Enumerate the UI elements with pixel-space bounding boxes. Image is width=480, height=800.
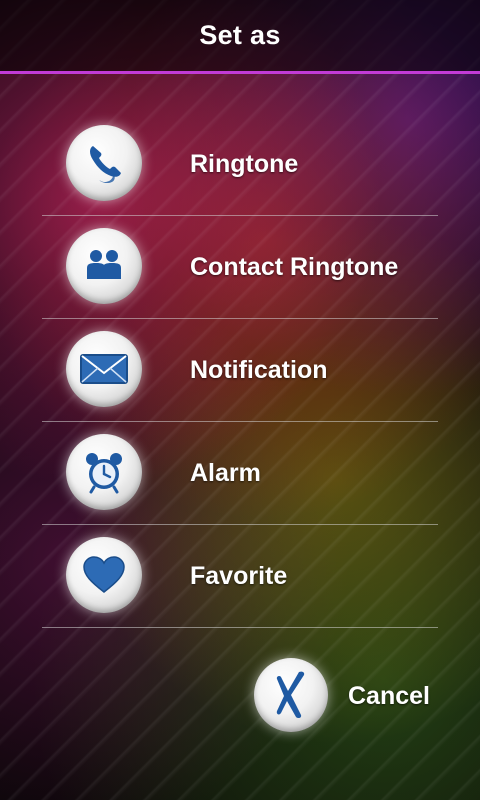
cancel-button[interactable]: Cancel [252, 656, 452, 736]
cancel-icon-button[interactable] [254, 658, 328, 732]
menu-item-favorite[interactable]: Favorite [0, 525, 480, 628]
notification-icon-button[interactable] [66, 331, 142, 407]
menu-item-label: Alarm [190, 459, 261, 487]
envelope-icon [80, 354, 128, 384]
menu-item-contact-ringtone[interactable]: Contact Ringtone [0, 216, 480, 319]
contacts-icon [87, 250, 121, 279]
cancel-label: Cancel [348, 681, 430, 710]
menu-item-label: Ringtone [190, 150, 299, 178]
heart-icon [83, 556, 125, 593]
menu-item-label: Notification [190, 356, 328, 384]
x-icon [276, 671, 305, 719]
menu-item-notification[interactable]: Notification [0, 319, 480, 422]
alarm-clock-icon [86, 453, 122, 494]
phone-icon [90, 146, 121, 183]
divider [42, 627, 438, 628]
menu-item-label: Contact Ringtone [190, 253, 399, 281]
menu-item-alarm[interactable]: Alarm [0, 422, 480, 525]
alarm-icon-button[interactable] [66, 434, 142, 510]
set-as-menu: Ringtone Contact Ringtone Notification A… [0, 113, 480, 628]
menu-item-ringtone[interactable]: Ringtone [0, 113, 480, 216]
menu-item-label: Favorite [190, 562, 288, 590]
title-bar: Set as [0, 0, 480, 74]
page-title: Set as [199, 20, 281, 50]
favorite-icon-button[interactable] [66, 537, 142, 613]
ringtone-icon-button[interactable] [66, 125, 142, 201]
contact-ringtone-icon-button[interactable] [66, 228, 142, 304]
